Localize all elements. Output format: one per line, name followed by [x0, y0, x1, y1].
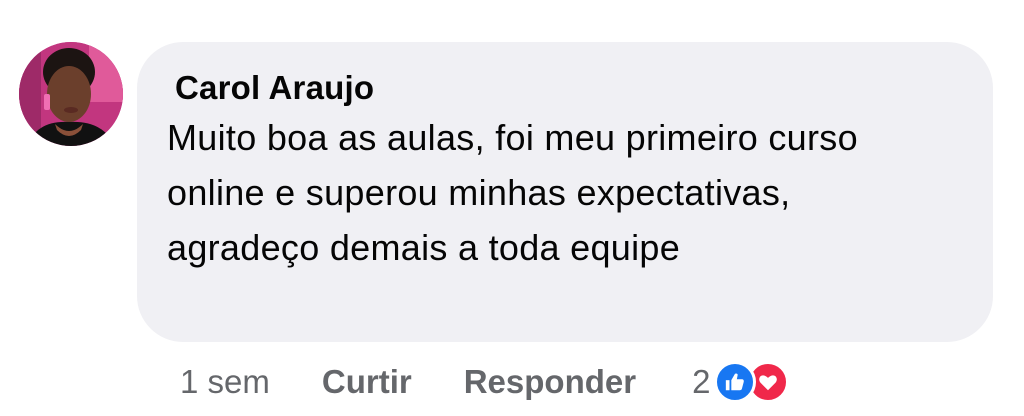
comment-actions: 1 sem Curtir Responder 2: [180, 358, 790, 406]
like-icon: [714, 361, 757, 403]
comment-bubble: Carol Araujo Muito boa as aulas, foi meu…: [137, 42, 993, 342]
comment-timestamp[interactable]: 1 sem: [180, 363, 270, 401]
reply-button[interactable]: Responder: [464, 363, 636, 401]
comment-text: Muito boa as aulas, foi meu primeiro cur…: [167, 117, 858, 268]
reaction-count: 2: [692, 363, 711, 400]
avatar[interactable]: [19, 42, 123, 146]
reactions-summary[interactable]: 2: [692, 361, 790, 403]
like-button[interactable]: Curtir: [322, 363, 412, 401]
comment-author[interactable]: Carol Araujo: [175, 68, 963, 108]
comment-container: Carol Araujo Muito boa as aulas, foi meu…: [0, 0, 1024, 416]
